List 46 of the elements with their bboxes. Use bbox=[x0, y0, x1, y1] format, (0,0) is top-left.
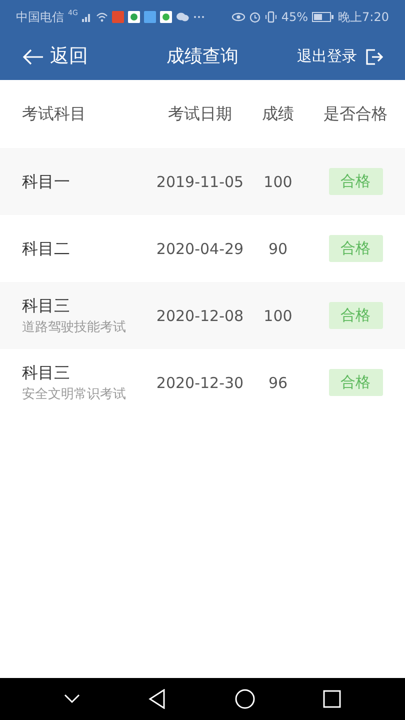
app-notification-icon bbox=[144, 10, 156, 22]
subject-note: 道路驾驶技能考试 bbox=[22, 318, 127, 337]
result-tag: 合格 bbox=[328, 302, 382, 329]
subject-name: 科目三 bbox=[22, 362, 71, 384]
column-header: 是否合格 bbox=[324, 104, 388, 123]
hide-keyboard-icon[interactable] bbox=[64, 694, 80, 704]
alarm-icon bbox=[249, 10, 262, 22]
exam-score: 96 bbox=[268, 374, 288, 392]
exam-date: 2019-11-05 bbox=[156, 172, 244, 190]
vibrate-icon bbox=[265, 10, 278, 22]
exam-date: 2020-12-08 bbox=[156, 306, 244, 324]
column-header: 考试科目 bbox=[22, 104, 86, 123]
clock-time: 晚上7:20 bbox=[338, 8, 389, 26]
app-notification-icon bbox=[160, 10, 172, 22]
battery-icon bbox=[312, 12, 334, 22]
column-header: 考试日期 bbox=[168, 104, 232, 123]
app-notification-icon bbox=[112, 10, 124, 22]
back-button[interactable]: 返回 bbox=[22, 42, 88, 71]
back-nav-icon[interactable] bbox=[148, 689, 166, 709]
column-header: 成绩 bbox=[262, 104, 294, 123]
exam-score: 90 bbox=[268, 240, 288, 258]
result-tag: 合格 bbox=[328, 369, 382, 396]
battery-level: 45% bbox=[281, 8, 308, 26]
subject-name: 科目三 bbox=[22, 294, 71, 317]
signal-icon bbox=[82, 12, 92, 22]
exam-date: 2020-12-30 bbox=[156, 374, 244, 392]
chat-icon bbox=[176, 12, 189, 22]
page-title: 成绩查询 bbox=[166, 45, 238, 69]
subject-name: 科目二 bbox=[22, 238, 71, 260]
result-tag: 合格 bbox=[328, 235, 382, 262]
subject-name: 科目一 bbox=[22, 170, 71, 192]
wifi-icon bbox=[96, 12, 108, 22]
back-arrow-icon bbox=[22, 48, 44, 64]
logout-icon bbox=[365, 48, 383, 66]
home-nav-icon[interactable] bbox=[234, 689, 255, 709]
logout-button[interactable]: 退出登录 bbox=[297, 45, 383, 68]
exam-score: 100 bbox=[264, 172, 292, 190]
app-notification-icon bbox=[128, 10, 140, 22]
carrier-name: 中国电信 bbox=[16, 8, 64, 26]
exam-date: 2020-04-29 bbox=[156, 240, 244, 258]
more-icon bbox=[192, 14, 205, 18]
recents-nav-icon[interactable] bbox=[322, 690, 341, 708]
result-tag: 合格 bbox=[328, 168, 382, 195]
eye-icon bbox=[232, 12, 246, 22]
exam-score: 100 bbox=[264, 306, 292, 324]
subject-note: 安全文明常识考试 bbox=[22, 386, 127, 404]
